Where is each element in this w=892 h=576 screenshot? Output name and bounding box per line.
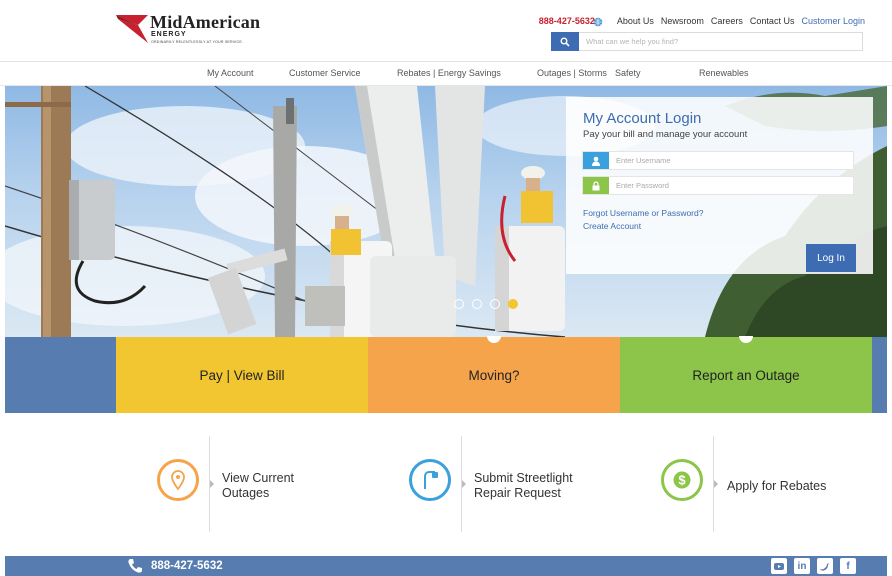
password-field: [582, 176, 854, 195]
tile-notch: [739, 336, 753, 343]
forgot-credentials-link[interactable]: Forgot Username or Password?: [583, 208, 703, 218]
twitter-icon[interactable]: [817, 558, 833, 574]
location-pin-icon: [157, 459, 199, 501]
search-button[interactable]: [551, 32, 579, 51]
contact-us-link[interactable]: Contact Us: [750, 16, 795, 26]
newsroom-link[interactable]: Newsroom: [661, 16, 704, 26]
tile-pay-view-bill[interactable]: Pay | View Bill: [116, 337, 368, 413]
about-us-link[interactable]: About Us: [617, 16, 654, 26]
footer-phone[interactable]: 888-427-5632: [151, 560, 223, 572]
user-icon: [583, 152, 609, 169]
search-icon: [560, 37, 570, 47]
globe-icon[interactable]: [593, 17, 603, 27]
phone-icon: [128, 559, 142, 573]
username-input[interactable]: [609, 152, 853, 169]
quick-link-outages[interactable]: View Current Outages: [157, 436, 357, 532]
action-tiles: Pay | View Bill Moving? Report an Outage: [5, 336, 887, 413]
quick-link-label: Submit Streetlight Repair Request: [474, 471, 573, 500]
streetlight-icon: [409, 459, 451, 501]
brand-sub: ENERGY: [151, 31, 187, 38]
tile-moving-label: Moving?: [468, 367, 520, 383]
tile-pay-label: Pay | View Bill: [199, 367, 285, 383]
quick-link-rebates[interactable]: $ Apply for Rebates: [661, 436, 861, 532]
carousel-dot-4-active[interactable]: [508, 299, 518, 309]
nav-renewables[interactable]: Renewables: [699, 68, 749, 78]
search-input[interactable]: [579, 32, 863, 51]
tile-notch: [487, 336, 501, 343]
search-bar: [551, 32, 863, 51]
arrow-icon: [462, 480, 466, 488]
tile-right-spacer: [872, 337, 887, 413]
create-account-link[interactable]: Create Account: [583, 221, 641, 231]
nav-my-account[interactable]: My Account: [207, 68, 254, 78]
tile-report-outage[interactable]: Report an Outage: [620, 336, 872, 413]
nav-outages[interactable]: Outages | Storms: [537, 68, 607, 78]
carousel-dot-2[interactable]: [472, 299, 482, 309]
arrow-icon: [714, 480, 718, 488]
logo-flag-icon: [116, 15, 148, 43]
login-subtitle: Pay your bill and manage your account: [583, 129, 748, 140]
arrow-icon: [210, 480, 214, 488]
login-title: My Account Login: [583, 110, 702, 127]
tile-moving[interactable]: Moving?: [368, 336, 620, 413]
header-phone[interactable]: 888-427-5632: [539, 16, 595, 26]
password-input[interactable]: [609, 177, 853, 194]
site-header: MidAmerican ENERGY ORDINARILY RELENTLESS…: [0, 0, 892, 62]
careers-link[interactable]: Careers: [711, 16, 743, 26]
svg-text:$: $: [678, 473, 686, 488]
nav-rebates[interactable]: Rebates | Energy Savings: [397, 68, 501, 78]
lock-icon: [583, 177, 609, 194]
account-login-panel: My Account Login Pay your bill and manag…: [566, 97, 873, 274]
login-button[interactable]: Log In: [806, 244, 856, 272]
youtube-icon[interactable]: [771, 558, 787, 574]
quick-link-label: View Current Outages: [222, 471, 295, 500]
midamerican-logo[interactable]: MidAmerican ENERGY ORDINARILY RELENTLESS…: [116, 12, 276, 50]
nav-customer-service[interactable]: Customer Service: [289, 68, 361, 78]
page: MidAmerican ENERGY ORDINARILY RELENTLESS…: [0, 0, 892, 576]
carousel-dot-1[interactable]: [454, 299, 464, 309]
carousel-dot-3[interactable]: [490, 299, 500, 309]
nav-safety[interactable]: Safety: [615, 68, 641, 78]
username-field: [582, 151, 854, 170]
linkedin-icon[interactable]: in: [794, 558, 810, 574]
site-footer: 888-427-5632 in f: [5, 556, 887, 576]
quick-link-streetlight[interactable]: Submit Streetlight Repair Request: [409, 436, 609, 532]
tile-left-spacer: [5, 337, 116, 413]
quick-link-label: Apply for Rebates: [727, 479, 827, 493]
dollar-icon: $: [661, 459, 703, 501]
main-nav: My Account Customer Service Rebates | En…: [0, 62, 892, 86]
customer-login-link[interactable]: Customer Login: [801, 16, 865, 26]
brand-name: MidAmerican: [150, 12, 261, 32]
tile-outage-label: Report an Outage: [692, 367, 800, 383]
facebook-icon[interactable]: f: [840, 558, 856, 574]
utility-links: 888-427-5632 About Us Newsroom Careers C…: [539, 15, 865, 27]
brand-tagline: ORDINARILY RELENTLESSLY AT YOUR SERVICE.: [151, 40, 244, 44]
